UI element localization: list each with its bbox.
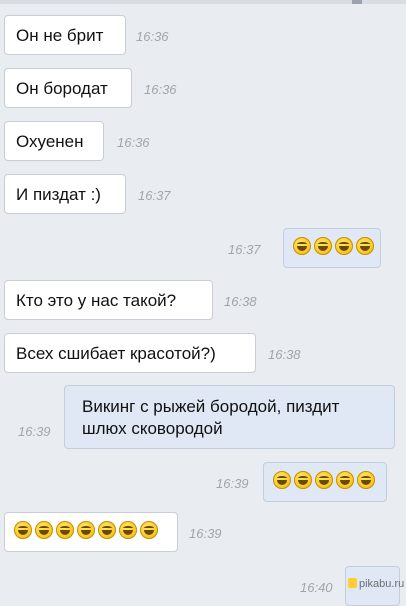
message-text: Всех сшибает красотой?) xyxy=(16,344,216,363)
smiley-emoji-icon xyxy=(336,471,354,489)
message-time: 16:38 xyxy=(268,347,301,362)
top-edge-indicator xyxy=(352,0,362,4)
message-time: 16:39 xyxy=(18,424,51,439)
smiley-emoji-icon xyxy=(140,521,158,539)
message-text: Викинг с рыжей бородой, пиздит шлюх сков… xyxy=(82,397,340,438)
message-time: 16:36 xyxy=(117,135,150,150)
message-time: 16:36 xyxy=(144,82,177,97)
message-bubble-incoming[interactable]: Он не брит xyxy=(4,15,126,55)
smiley-emoji-icon xyxy=(314,237,332,255)
emoji-row xyxy=(264,463,386,489)
message-bubble-outgoing[interactable]: Викинг с рыжей бородой, пиздит шлюх сков… xyxy=(64,385,395,449)
top-edge xyxy=(0,0,406,4)
emoji-row xyxy=(5,513,177,539)
message-text: Он не брит xyxy=(16,26,104,45)
message-text: Охуенен xyxy=(16,132,84,151)
message-time: 16:39 xyxy=(189,526,222,541)
smiley-emoji-icon xyxy=(293,237,311,255)
message-time: 16:40 xyxy=(300,580,333,595)
smiley-emoji-icon xyxy=(119,521,137,539)
pikabu-logo-icon xyxy=(348,578,357,588)
message-bubble-outgoing[interactable] xyxy=(263,462,387,502)
smiley-emoji-icon xyxy=(356,237,374,255)
message-bubble-incoming[interactable]: Он бородат xyxy=(4,68,132,108)
message-bubble-incoming[interactable]: Всех сшибает красотой?) xyxy=(4,333,256,373)
message-time: 16:37 xyxy=(228,242,261,257)
message-time: 16:36 xyxy=(136,29,169,44)
watermark-text: pikabu.ru xyxy=(359,578,405,590)
smiley-emoji-icon xyxy=(273,471,291,489)
smiley-emoji-icon xyxy=(98,521,116,539)
message-time: 16:38 xyxy=(224,294,257,309)
message-text: Он бородат xyxy=(16,79,108,98)
emoji-row xyxy=(284,229,380,255)
message-bubble-outgoing[interactable] xyxy=(283,228,381,268)
smiley-emoji-icon xyxy=(77,521,95,539)
smiley-emoji-icon xyxy=(14,521,32,539)
message-bubble-incoming[interactable]: Охуенен xyxy=(4,121,104,161)
watermark: pikabu.ru xyxy=(348,578,404,590)
smiley-emoji-icon xyxy=(315,471,333,489)
message-bubble-incoming[interactable]: И пиздат :) xyxy=(4,174,126,214)
message-text: Кто это у нас такой? xyxy=(16,291,177,310)
smiley-emoji-icon xyxy=(335,237,353,255)
message-bubble-incoming[interactable]: Кто это у нас такой? xyxy=(4,280,213,320)
smiley-emoji-icon xyxy=(294,471,312,489)
message-time: 16:37 xyxy=(138,188,171,203)
message-time: 16:39 xyxy=(216,476,249,491)
smiley-emoji-icon xyxy=(56,521,74,539)
message-bubble-incoming[interactable] xyxy=(4,512,178,552)
message-text: И пиздат :) xyxy=(16,185,101,204)
smiley-emoji-icon xyxy=(357,471,375,489)
smiley-emoji-icon xyxy=(35,521,53,539)
